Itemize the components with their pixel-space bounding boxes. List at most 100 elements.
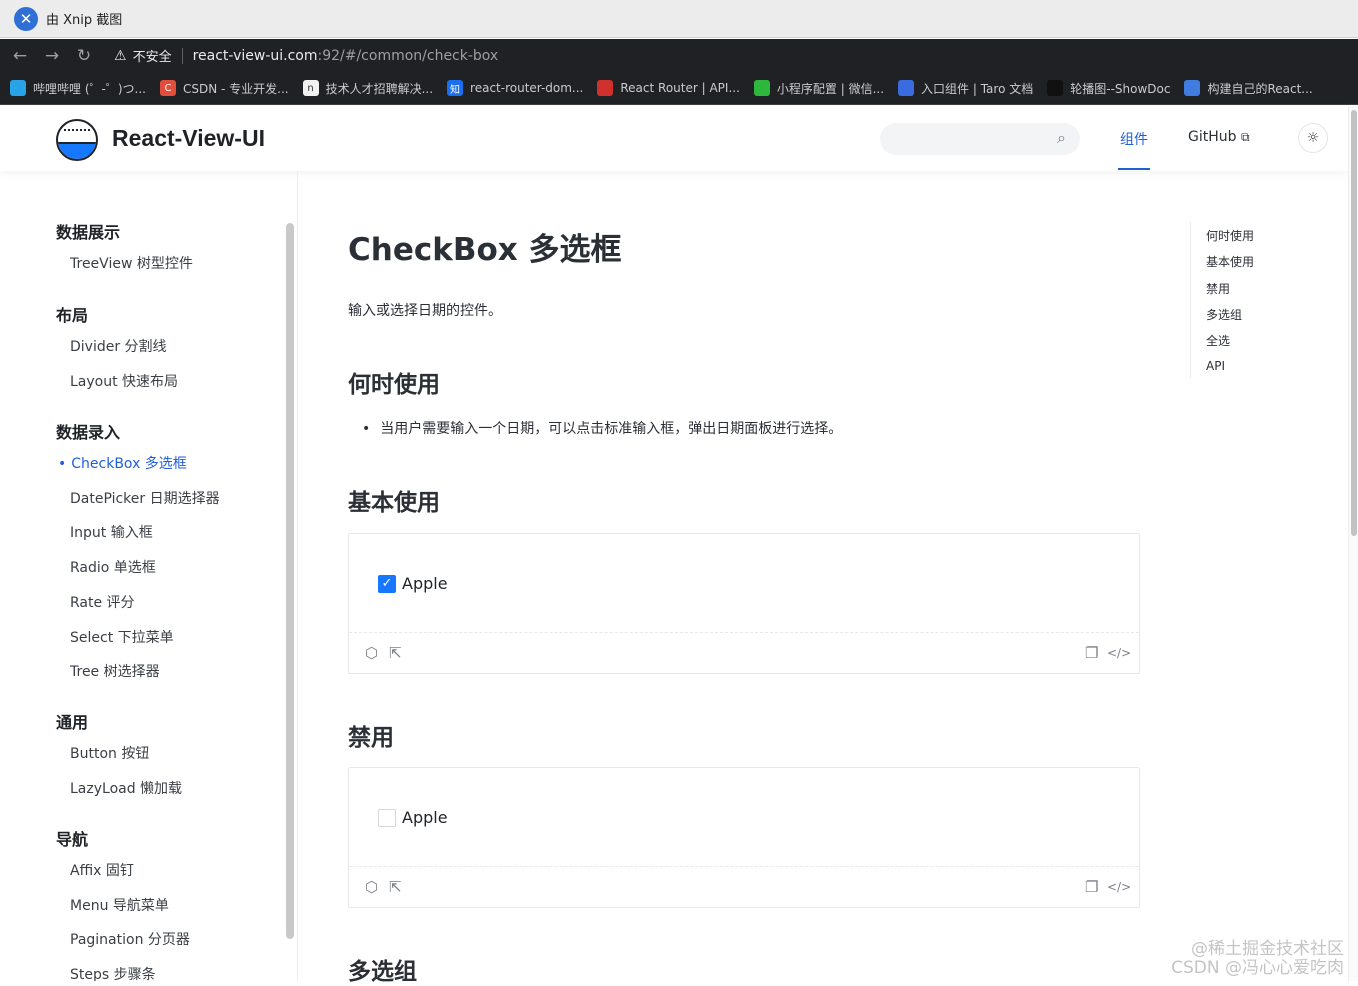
toc-item[interactable]: API [1206,359,1225,373]
sidebar-item[interactable]: Pagination 分页器 [70,929,190,949]
reload-icon[interactable]: ↻ [68,39,100,72]
sidebar-item[interactable]: Radio 单选框 [70,557,156,577]
bookmark-label: react-router-dom... [470,81,584,95]
checkbox-empty-icon[interactable] [378,808,396,827]
site-header: React-View-UI ⌕ 组件 GitHub ⧉ ☼ [0,106,1348,171]
when-bullet: 当用户需要输入一个日期，可以点击标准输入框，弹出日期面板进行选择。 [362,418,842,438]
bookmark-item[interactable]: 哔哩哔哩 (゜-゜)つ... [10,80,146,97]
bookmark-favicon-icon [1184,80,1201,96]
toc-item[interactable]: 多选组 [1206,306,1242,323]
xnip-icon: ✕ [14,6,38,31]
bookmark-item[interactable]: C CSDN - 专业开发... [159,80,289,97]
url-path: :92/#/common/check-box [317,47,499,64]
external-link-icon: ⧉ [1240,130,1250,144]
bookmark-item[interactable]: n 技术人才招聘解决... [302,80,433,97]
bookmark-label: 构建自己的React... [1207,81,1313,96]
sidebar-item[interactable]: Tree 树选择器 [70,661,160,681]
bookmark-label: 哔哩哔哩 (゜-゜)つ... [33,81,146,96]
sidebar-item[interactable]: Steps 步骤条 [70,964,156,982]
bookmark-favicon-icon [10,80,26,96]
open-external-icon[interactable]: ⇱ [389,878,402,896]
nav-components[interactable]: 组件 [1120,129,1148,149]
sidebar-group-title: 导航 [56,830,89,849]
bookmark-item[interactable]: 入口组件 | Taro 文档 [898,80,1033,97]
sidebar-item[interactable]: DatePicker 日期选择器 [70,488,220,508]
search-box[interactable]: ⌕ [880,123,1080,155]
toc-item[interactable]: 禁用 [1206,280,1230,297]
copy-icon[interactable]: ❐ [1085,644,1098,662]
bookmarks-bar: 哔哩哔哩 (゜-゜)つ... C CSDN - 专业开发... n 技术人才招聘解决..… [0,72,1358,105]
bookmark-favicon-icon: C [159,80,176,96]
bookmark-favicon-icon: n [302,80,319,96]
codesandbox-icon[interactable]: ⬡ [365,878,378,896]
copy-icon[interactable]: ❐ [1085,878,1098,896]
forward-arrow-icon[interactable]: → [36,39,68,72]
sidebar-item[interactable]: TreeView 树型控件 [70,253,193,273]
nav-github[interactable]: GitHub ⧉ [1188,129,1250,145]
bookmark-favicon-icon: 知 [447,80,464,96]
nav-github-label: GitHub [1188,129,1237,145]
sidebar-item[interactable]: Select 下拉菜单 [70,627,174,647]
sidebar-item[interactable]: Rate 评分 [70,592,135,612]
code-icon[interactable]: </> [1107,880,1131,894]
checkbox-checked-icon[interactable]: ✓ [378,574,396,593]
sidebar: 数据展示 TreeView 树型控件 布局 Divider 分割线 Layout 快速布… [0,171,298,981]
sidebar-item[interactable]: Layout 快速布局 [70,371,178,391]
sidebar-item[interactable]: Menu 导航菜单 [70,895,169,915]
search-input[interactable] [880,123,1040,155]
disabled-checkbox-label: Apple [402,808,448,827]
brand-name[interactable]: React-View-UI [112,125,265,152]
browser-toolbar: ← → ↻ ⚠ 不安全 react-view-ui.com:92/#/commo… [0,39,1358,72]
demo-basic: ✓ Apple ⬡ ⇱ ❐ </> [348,533,1140,674]
sidebar-item[interactable]: LazyLoad 懒加载 [70,778,182,798]
code-icon[interactable]: </> [1107,646,1131,660]
sidebar-item[interactable]: Divider 分割线 [70,336,167,356]
disabled-checkbox[interactable]: Apple [378,808,448,827]
bookmark-favicon-icon [753,80,770,96]
bookmark-item[interactable]: React Router | API... [597,80,740,96]
watermark-line2: CSDN @冯心心爱吃肉 [1171,958,1344,978]
section-disabled-title: 禁用 [348,725,394,751]
back-arrow-icon[interactable]: ← [4,39,36,72]
bookmark-item[interactable]: 轮播图--ShowDoc [1047,80,1170,97]
url-host: react-view-ui.com [192,47,318,64]
bookmark-favicon-icon [1047,80,1064,96]
sidebar-scrollbar[interactable] [286,223,294,939]
os-title-bar: ✕ 由 Xnip 截图 [0,0,1358,38]
bookmark-item[interactable]: 小程序配置 | 微信... [753,80,884,97]
security-indicator[interactable]: ⚠ 不安全 [114,46,172,66]
section-when-title: 何时使用 [348,372,440,398]
address-bar[interactable]: react-view-ui.com:92/#/common/check-box [193,48,499,64]
sidebar-group-title: 数据展示 [56,223,121,242]
codesandbox-icon[interactable]: ⬡ [365,644,378,662]
search-icon[interactable]: ⌕ [1057,128,1066,148]
brand-logo-icon[interactable] [56,119,98,161]
theme-toggle-button[interactable]: ☼ [1298,123,1328,153]
toc-item[interactable]: 基本使用 [1206,253,1254,270]
basic-checkbox[interactable]: ✓ Apple [378,574,448,593]
url-divider [181,47,183,64]
sun-icon: ☼ [1306,130,1320,146]
bookmark-favicon-icon [898,80,915,96]
sidebar-item[interactable]: CheckBox 多选框 [58,453,187,473]
section-basic-title: 基本使用 [348,490,440,516]
toc-item[interactable]: 全选 [1206,332,1230,349]
open-external-icon[interactable]: ⇱ [389,644,402,662]
os-app-title: 由 Xnip 截图 [46,13,123,28]
sidebar-item[interactable]: Affix 固钉 [70,860,134,880]
sidebar-item[interactable]: Button 按钮 [70,743,149,763]
toc-item[interactable]: 何时使用 [1206,227,1254,244]
nav-active-indicator [1118,168,1150,170]
sidebar-item[interactable]: Input 输入框 [70,522,153,542]
page-description: 输入或选择日期的控件。 [348,303,502,319]
bookmark-item[interactable]: 知 react-router-dom... [447,80,583,96]
page-scrollbar-thumb[interactable] [1351,110,1357,536]
table-of-contents: 何时使用基本使用禁用多选组全选 API [1190,221,1254,379]
basic-checkbox-label: Apple [402,574,448,593]
bookmark-item[interactable]: 构建自己的React... [1184,80,1313,97]
insecure-label: 不安全 [132,50,172,65]
page-scrollbar[interactable] [1348,106,1358,981]
demo-disabled-actions: ⬡ ⇱ ❐ </> [349,868,1139,908]
demo-disabled: Apple ⬡ ⇱ ❐ </> [348,767,1140,908]
bookmark-label: CSDN - 专业开发... [182,81,289,96]
